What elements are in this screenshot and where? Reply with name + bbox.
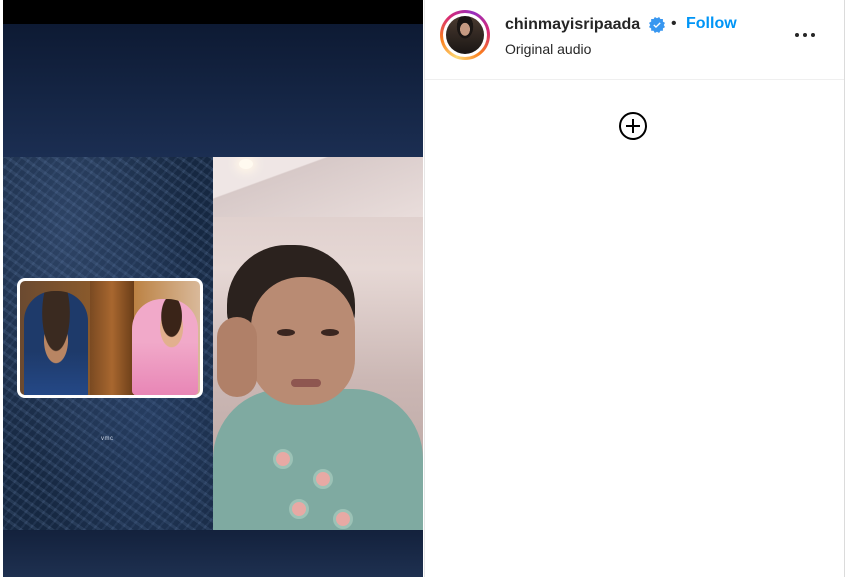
more-options-icon[interactable] <box>791 22 821 46</box>
verified-badge-icon <box>649 17 665 33</box>
username-link[interactable]: chinmayisripaada <box>505 16 640 34</box>
selfie-dress <box>213 389 423 530</box>
video-watermark: vmc <box>101 436 114 442</box>
selfie-lips <box>291 379 321 387</box>
separator-dot: • <box>671 15 677 32</box>
dress-flower <box>289 499 309 519</box>
avatar[interactable] <box>446 16 484 54</box>
selfie-eye-left <box>277 329 295 336</box>
inset-video-clip <box>17 278 203 398</box>
clip-person-left <box>24 291 88 395</box>
selfie-video <box>213 157 423 530</box>
selfie-eye-right <box>321 329 339 336</box>
dress-flower <box>333 509 353 529</box>
dress-flower <box>273 449 293 469</box>
post-details-panel: chinmayisripaada • Follow Original audio <box>424 0 845 577</box>
audio-link[interactable]: Original audio <box>505 41 591 57</box>
selfie-hand <box>217 317 257 397</box>
video-top-bar <box>3 0 423 24</box>
clip-person-right <box>132 299 198 395</box>
reel-video[interactable]: vmc <box>3 0 423 577</box>
clip-door <box>90 281 134 395</box>
avatar-story-ring[interactable] <box>440 10 490 60</box>
video-bottom-band <box>3 530 423 577</box>
post-header: chinmayisripaada • Follow Original audio <box>425 0 844 80</box>
add-circle-icon[interactable] <box>618 111 648 141</box>
ceiling-light <box>239 159 253 169</box>
crumpled-paper-background: vmc <box>3 157 213 530</box>
dress-flower <box>313 469 333 489</box>
follow-button[interactable]: Follow <box>686 15 737 33</box>
